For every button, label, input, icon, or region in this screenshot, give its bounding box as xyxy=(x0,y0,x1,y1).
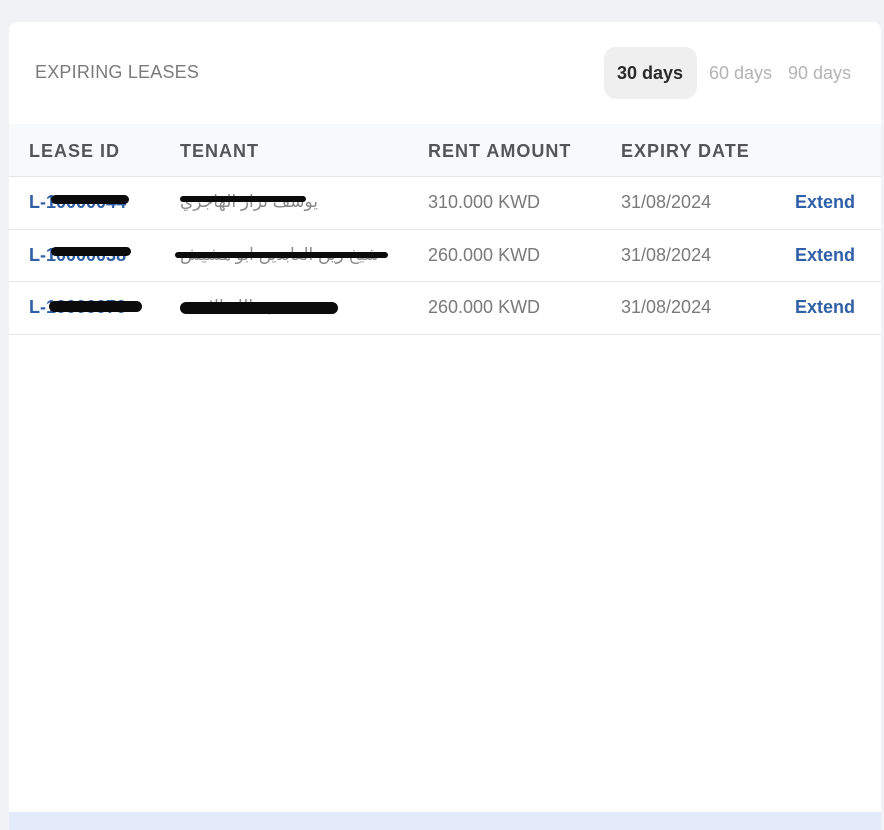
lease-rows: L-10000044 يوسف نزار الهاجري 310.000 KWD… xyxy=(9,177,881,335)
redaction-mark xyxy=(49,301,142,312)
rent-amount: 260.000 KWD xyxy=(428,297,541,317)
header-expiry-date: EXPIRY DATE xyxy=(621,141,750,161)
tenant-name: يوسف نزار الهاجري xyxy=(180,192,318,212)
tab-30-days[interactable]: 30 days xyxy=(604,47,697,99)
card-header: EXPIRING LEASES 30 days 60 days 90 days xyxy=(9,22,881,124)
extend-button[interactable]: Extend xyxy=(795,297,855,318)
expiry-date: 31/08/2024 xyxy=(621,244,712,265)
redaction-mark xyxy=(180,302,338,314)
tab-90-days[interactable]: 90 days xyxy=(788,47,851,99)
card-title: EXPIRING LEASES xyxy=(35,62,200,82)
redaction-mark xyxy=(51,195,129,204)
table-row: L-10000070 عبد الله الاحمد 260.000 KWD 3… xyxy=(9,282,881,335)
table-row: L-10000044 يوسف نزار الهاجري 310.000 KWD… xyxy=(9,177,881,230)
redaction-mark xyxy=(175,251,388,258)
header-rent-amount: RENT AMOUNT xyxy=(428,141,572,161)
redaction-mark xyxy=(51,246,131,256)
header-tenant: TENANT xyxy=(180,141,259,161)
extend-button[interactable]: Extend xyxy=(795,245,855,266)
header-lease-id: LEASE ID xyxy=(29,141,121,161)
expiry-date: 31/08/2024 xyxy=(621,297,712,317)
tab-60-days[interactable]: 60 days xyxy=(709,47,772,99)
table-row: L-10000038 شيخ زين العابدين ابو هشيش 260… xyxy=(9,230,881,282)
rent-amount: 260.000 KWD xyxy=(428,244,541,265)
rent-amount: 310.000 KWD xyxy=(428,192,541,212)
expiring-leases-card: EXPIRING LEASES 30 days 60 days 90 days … xyxy=(9,22,881,830)
footer-bar xyxy=(9,812,881,830)
redaction-mark xyxy=(180,196,306,202)
extend-button[interactable]: Extend xyxy=(795,192,855,213)
table-header: LEASE ID TENANT RENT AMOUNT EXPIRY DATE xyxy=(9,124,881,177)
expiry-date: 31/08/2024 xyxy=(621,192,712,212)
